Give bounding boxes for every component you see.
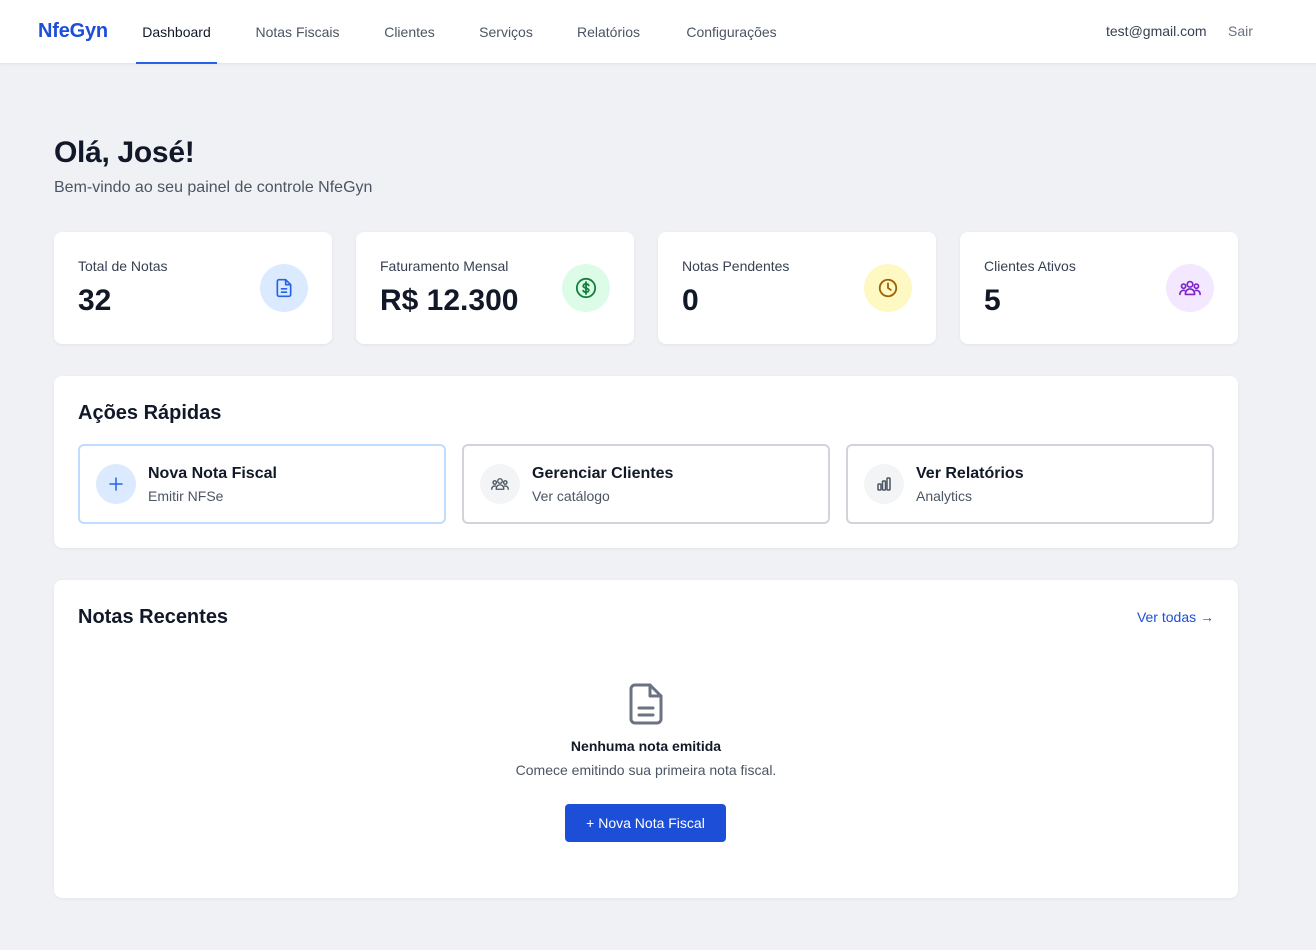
stat-label: Notas Pendentes [682, 258, 790, 274]
stat-card-pendentes: Notas Pendentes 0 [658, 232, 936, 344]
recent-invoices-panel: Notas Recentes Ver todas → Nenhuma nota … [54, 580, 1238, 898]
action-subtitle: Ver catálogo [532, 488, 610, 504]
document-icon [260, 264, 308, 312]
stat-value: 5 [984, 284, 1001, 317]
dollar-icon [562, 264, 610, 312]
logout-link[interactable]: Sair [1228, 23, 1253, 39]
nav-servicos[interactable]: Serviços [473, 0, 539, 64]
page-subtitle: Bem-vindo ao seu painel de controle NfeG… [54, 179, 373, 196]
users-icon [480, 464, 520, 504]
stat-label: Clientes Ativos [984, 258, 1076, 274]
nav-relatorios[interactable]: Relatórios [571, 0, 646, 64]
new-invoice-action[interactable]: Nova Nota Fiscal Emitir NFSe [78, 444, 446, 524]
recent-invoices-title: Notas Recentes [78, 606, 229, 628]
nav-notas-fiscais[interactable]: Notas Fiscais [249, 0, 346, 64]
stat-card-clientes: Clientes Ativos 5 [960, 232, 1238, 344]
page-title: Olá, José! [54, 136, 195, 169]
app-logo[interactable]: NfeGyn [38, 20, 108, 43]
view-reports-action[interactable]: Ver Relatórios Analytics [846, 444, 1214, 524]
new-invoice-button[interactable]: + Nova Nota Fiscal [565, 804, 726, 842]
stat-label: Total de Notas [78, 258, 168, 274]
action-subtitle: Emitir NFSe [148, 488, 224, 504]
document-icon [626, 682, 666, 726]
action-title: Gerenciar Clientes [532, 465, 674, 482]
stat-card-faturamento: Faturamento Mensal R$ 12.300 [356, 232, 634, 344]
stat-value: 0 [682, 284, 699, 317]
action-title: Nova Nota Fiscal [148, 465, 277, 482]
empty-state-subtitle: Comece emitindo sua primeira nota fiscal… [515, 762, 777, 778]
user-email: test@gmail.com [1106, 23, 1207, 39]
bar-chart-icon [864, 464, 904, 504]
stat-label: Faturamento Mensal [380, 258, 509, 274]
stat-card-total-notas: Total de Notas 32 [54, 232, 332, 344]
nav-clientes[interactable]: Clientes [379, 0, 440, 64]
manage-clients-action[interactable]: Gerenciar Clientes Ver catálogo [462, 444, 830, 524]
stat-value: R$ 12.300 [380, 284, 519, 317]
nav-configuracoes[interactable]: Configurações [678, 0, 785, 64]
action-title: Ver Relatórios [916, 465, 1024, 482]
quick-actions-panel: Ações Rápidas Nova Nota Fiscal Emitir NF… [54, 376, 1238, 548]
see-all-link[interactable]: Ver todas → [1137, 609, 1214, 625]
action-subtitle: Analytics [916, 488, 973, 504]
quick-actions-title: Ações Rápidas [78, 402, 222, 424]
plus-icon [96, 464, 136, 504]
clock-icon [864, 264, 912, 312]
stat-value: 32 [78, 284, 112, 317]
top-navbar: NfeGyn Dashboard Notas Fiscais Clientes … [0, 0, 1316, 64]
nav-dashboard[interactable]: Dashboard [136, 0, 217, 64]
empty-state-title: Nenhuma nota emitida [570, 738, 722, 754]
users-icon [1166, 264, 1214, 312]
